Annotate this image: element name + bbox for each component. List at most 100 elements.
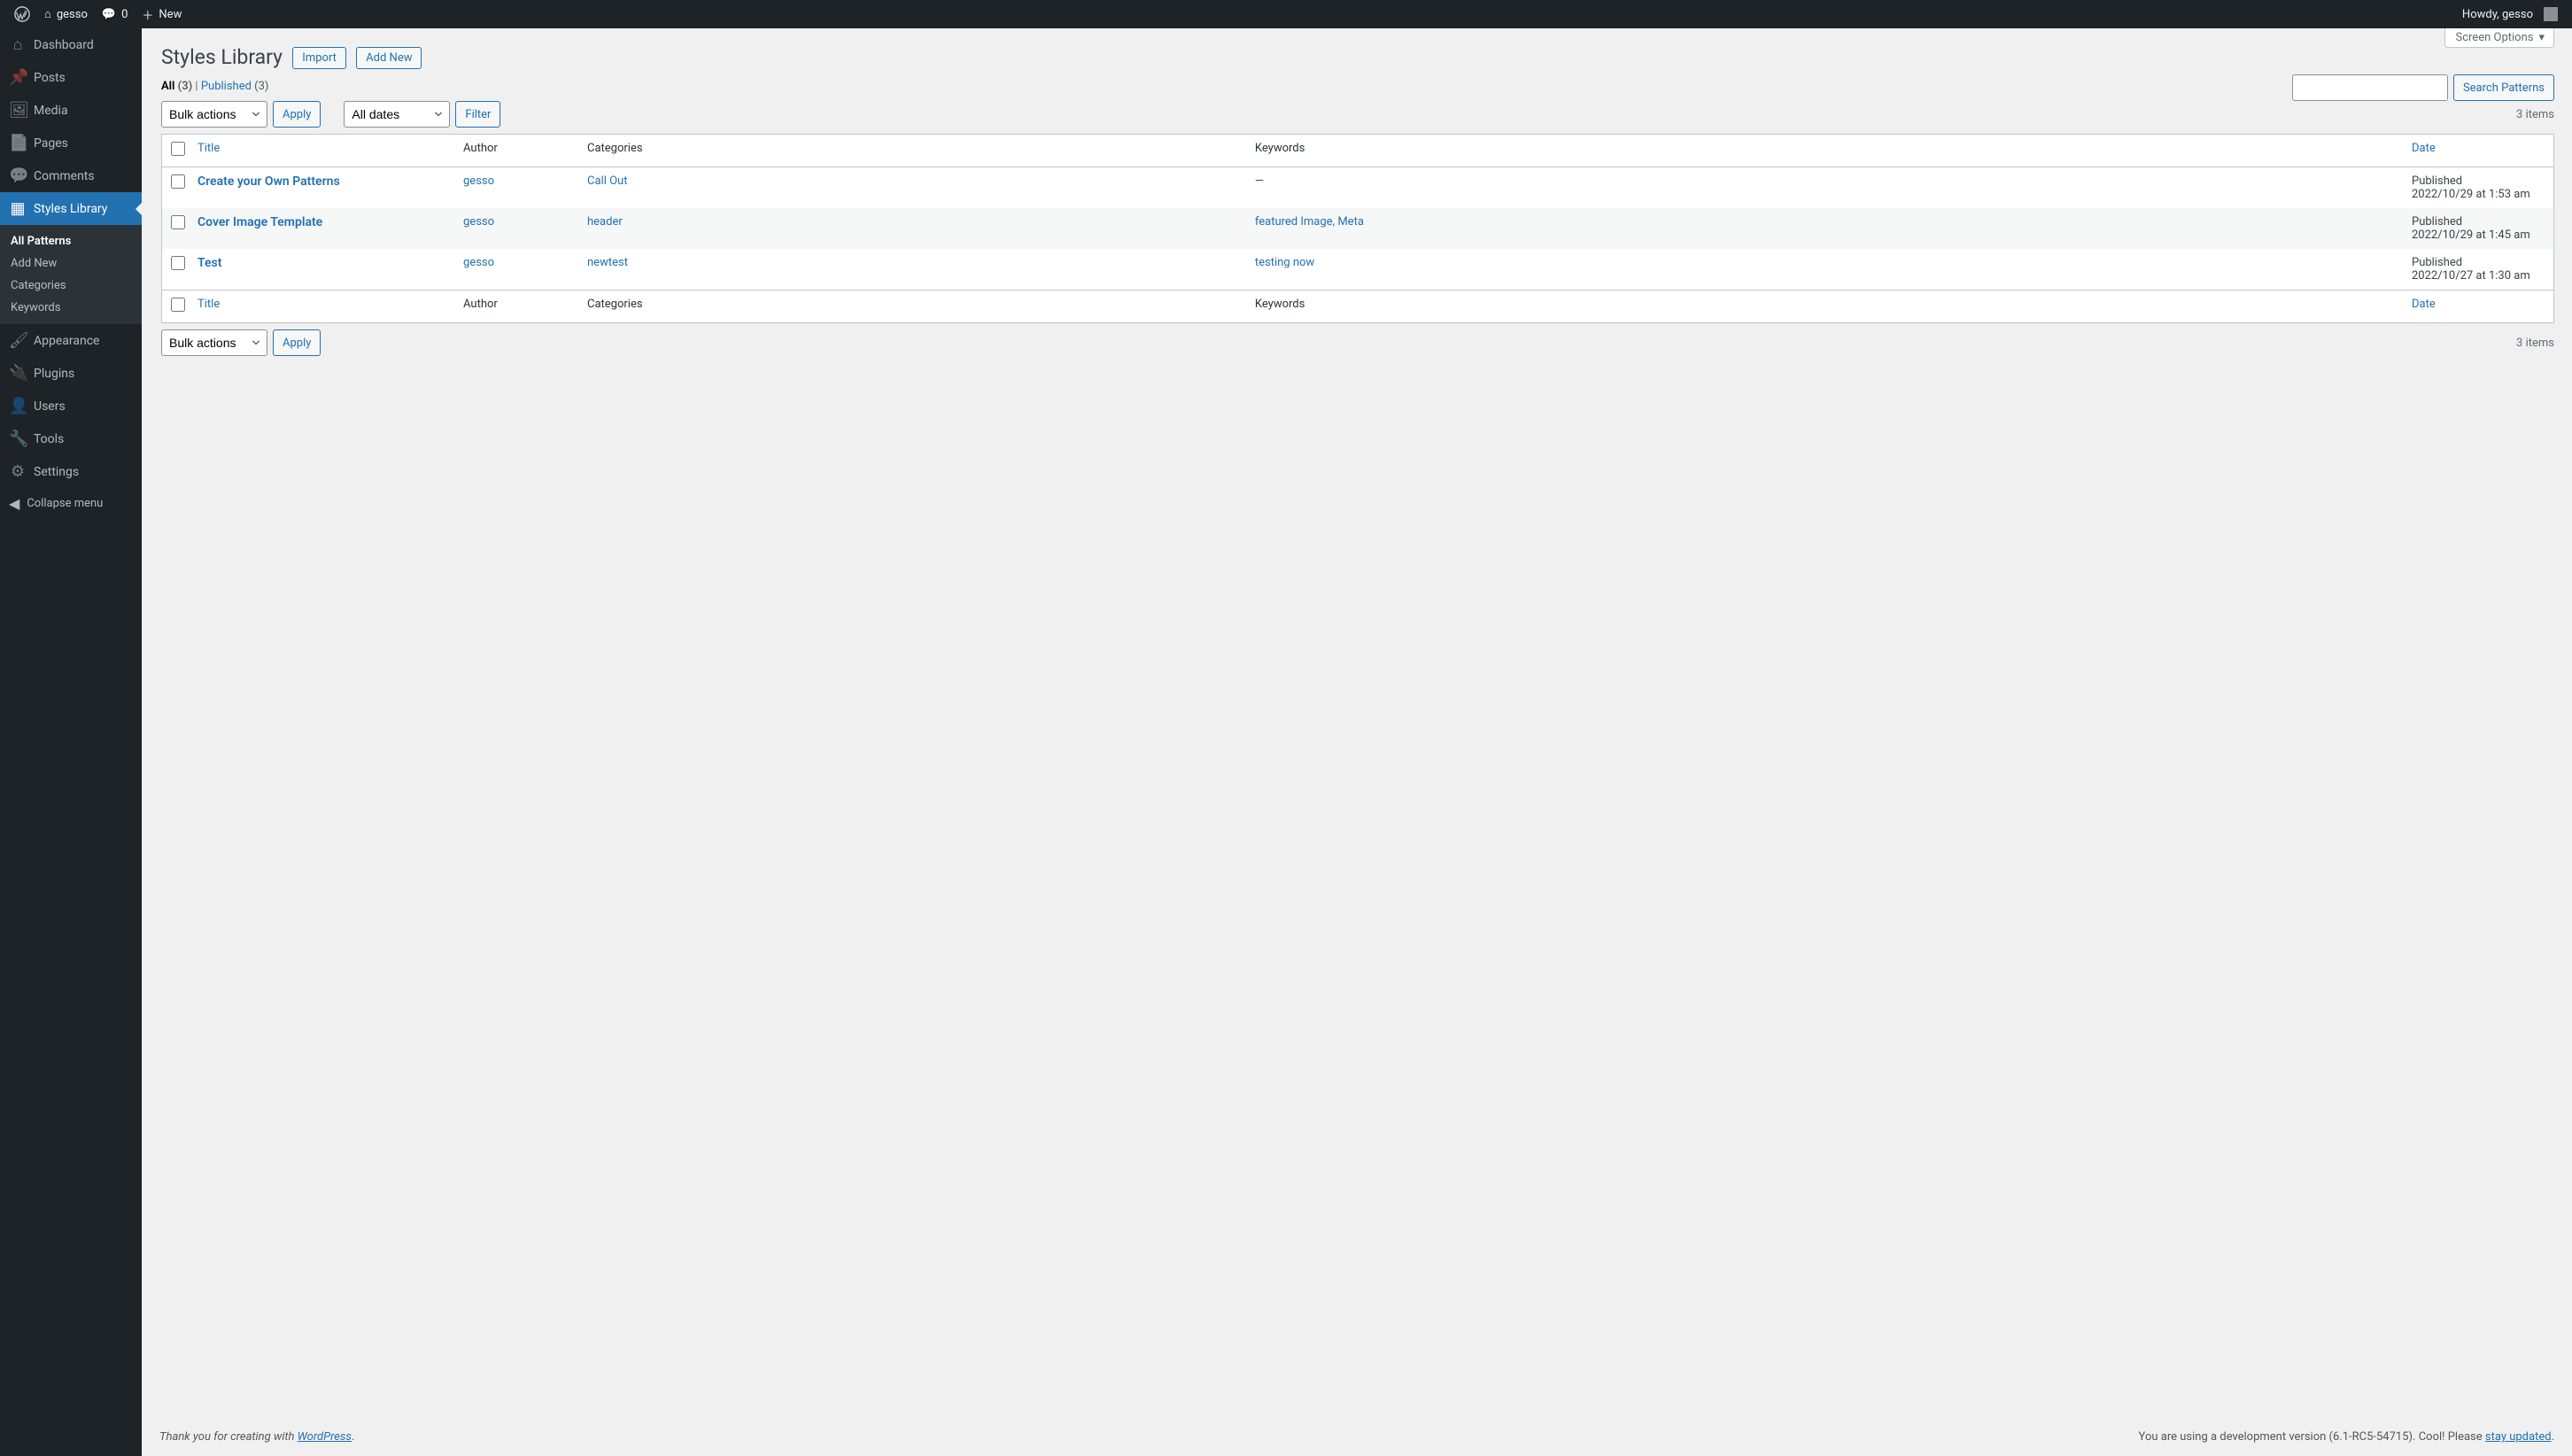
item-count-top: 3 items xyxy=(2516,108,2554,121)
footer-version: You are using a development version (6.1… xyxy=(2139,1430,2554,1444)
stay-updated-link[interactable]: stay updated xyxy=(2485,1430,2552,1444)
col-author-foot: Author xyxy=(454,290,578,322)
chevron-down-icon: ▾ xyxy=(2538,31,2545,44)
menu-icon: 📌 xyxy=(9,68,27,87)
tablenav-top: Bulk actions Apply All dates Filter 3 it… xyxy=(161,100,2554,128)
comments-count: 0 xyxy=(121,8,128,21)
wordpress-link[interactable]: WordPress xyxy=(298,1430,352,1444)
row-keywords-link[interactable]: featured Image, Meta xyxy=(1255,215,1364,228)
submenu-item-keywords[interactable]: Keywords xyxy=(0,297,142,319)
view-all[interactable]: All (3) xyxy=(161,80,192,93)
col-date[interactable]: Date xyxy=(2412,142,2436,155)
menu-label: Styles Library xyxy=(34,202,107,216)
menu-item-tools[interactable]: 🔧 Tools xyxy=(0,422,142,455)
collapse-label: Collapse menu xyxy=(27,497,103,510)
wp-logo[interactable] xyxy=(7,0,37,28)
footer-thankyou: Thank you for creating with WordPress. xyxy=(159,1430,354,1444)
menu-item-plugins[interactable]: 🔌 Plugins xyxy=(0,357,142,390)
col-categories-foot: Categories xyxy=(578,290,1246,322)
row-title-link[interactable]: Test xyxy=(198,256,221,270)
screen-options-button[interactable]: Screen Options ▾ xyxy=(2444,28,2555,48)
site-name[interactable]: ⌂ gesso xyxy=(37,0,95,28)
menu-label: Appearance xyxy=(34,334,99,348)
menu-item-users[interactable]: 👤 Users xyxy=(0,390,142,422)
search-patterns-button[interactable]: Search Patterns xyxy=(2453,74,2554,101)
row-title-link[interactable]: Create your Own Patterns xyxy=(198,174,340,189)
patterns-table: Title Author Categories Keywords Date Cr… xyxy=(161,134,2554,323)
menu-label: Settings xyxy=(34,465,79,479)
row-author-link[interactable]: gesso xyxy=(463,174,494,188)
row-author-link[interactable]: gesso xyxy=(463,215,494,228)
menu-label: Pages xyxy=(34,136,68,151)
row-date: Published 2022/10/29 at 1:45 am xyxy=(2403,208,2553,249)
menu-item-appearance[interactable]: 🖌 Appearance xyxy=(0,324,142,357)
col-author: Author xyxy=(454,135,578,167)
row-category-link[interactable]: Call Out xyxy=(587,174,627,188)
menu-label: Media xyxy=(34,104,68,118)
row-date: Published 2022/10/29 at 1:53 am xyxy=(2403,167,2553,208)
row-keywords-link[interactable]: testing now xyxy=(1255,256,1314,269)
add-new-button[interactable]: Add New xyxy=(356,47,422,69)
row-category-link[interactable]: newtest xyxy=(587,256,628,269)
menu-icon: 🖌 xyxy=(9,331,27,350)
view-published[interactable]: Published (3) xyxy=(201,80,269,93)
row-date: Published 2022/10/27 at 1:30 am xyxy=(2403,249,2553,290)
menu-icon: 🔌 xyxy=(9,364,27,383)
my-account[interactable]: Howdy, gesso xyxy=(2455,0,2565,28)
col-date-foot[interactable]: Date xyxy=(2412,298,2436,311)
col-title[interactable]: Title xyxy=(198,142,220,155)
submenu: All PatternsAdd NewCategoriesKeywords xyxy=(0,225,142,324)
collapse-icon: ◀ xyxy=(9,495,19,512)
apply-button-top[interactable]: Apply xyxy=(273,101,321,128)
row-category-link[interactable]: header xyxy=(587,215,623,228)
menu-item-pages[interactable]: 📄 Pages xyxy=(0,127,142,159)
col-keywords-foot: Keywords xyxy=(1246,290,2403,322)
menu-item-comments[interactable]: 💬 Comments xyxy=(0,159,142,192)
page-title: Styles Library xyxy=(161,37,283,73)
col-title-foot[interactable]: Title xyxy=(198,298,220,311)
menu-label: Plugins xyxy=(34,367,74,381)
search-box: Search Patterns xyxy=(2292,74,2554,101)
table-row: Create your Own Patterns gesso Call Out … xyxy=(162,167,2553,208)
menu-label: Tools xyxy=(34,432,64,446)
menu-item-styles-library[interactable]: ▦ Styles Library xyxy=(0,192,142,225)
select-all-top[interactable] xyxy=(171,142,185,156)
select-all-bottom[interactable] xyxy=(171,298,185,312)
comments-bubble[interactable]: 💬 0 xyxy=(95,0,136,28)
table-row: Test gesso newtest testing now Published… xyxy=(162,249,2553,290)
row-checkbox[interactable] xyxy=(171,256,185,270)
new-content[interactable]: ＋ New xyxy=(135,0,189,28)
menu-icon: 📄 xyxy=(9,134,27,152)
apply-button-bottom[interactable]: Apply xyxy=(273,329,321,356)
submenu-item-add-new[interactable]: Add New xyxy=(0,252,142,275)
row-keywords-none: — xyxy=(1255,174,1264,188)
dates-select[interactable]: All dates xyxy=(344,101,450,128)
table-row: Cover Image Template gesso header featur… xyxy=(162,208,2553,249)
import-button[interactable]: Import xyxy=(292,47,346,69)
row-title-link[interactable]: Cover Image Template xyxy=(198,215,322,229)
tablenav-bottom: Bulk actions Apply 3 items xyxy=(161,329,2554,357)
submenu-item-categories[interactable]: Categories xyxy=(0,275,142,297)
menu-item-posts[interactable]: 📌 Posts xyxy=(0,61,142,94)
bulk-actions-select-top[interactable]: Bulk actions xyxy=(161,101,267,128)
menu-item-settings[interactable]: ⚙ Settings xyxy=(0,455,142,488)
view-filters: All (3) | Published (3) xyxy=(161,80,2554,93)
collapse-menu[interactable]: ◀ Collapse menu xyxy=(0,488,142,519)
row-checkbox[interactable] xyxy=(171,174,185,189)
submenu-item-all-patterns[interactable]: All Patterns xyxy=(0,230,142,252)
howdy-text: Howdy, gesso xyxy=(2462,8,2533,21)
col-categories: Categories xyxy=(578,135,1246,167)
search-input[interactable] xyxy=(2292,74,2448,101)
main-content: Screen Options ▾ Styles Library Import A… xyxy=(142,28,2572,1456)
menu-icon: ▦ xyxy=(9,199,27,218)
filter-button[interactable]: Filter xyxy=(455,101,500,128)
admin-bar: ⌂ gesso 💬 0 ＋ New Howdy, gesso xyxy=(0,0,2572,28)
menu-icon: ⚙ xyxy=(9,462,27,481)
bulk-actions-select-bottom[interactable]: Bulk actions xyxy=(161,329,267,356)
menu-item-media[interactable]: 🖼 Media xyxy=(0,94,142,127)
row-author-link[interactable]: gesso xyxy=(463,256,494,269)
menu-icon: 👤 xyxy=(9,397,27,415)
row-checkbox[interactable] xyxy=(171,215,185,229)
menu-item-dashboard[interactable]: ⌂ Dashboard xyxy=(0,28,142,61)
menu-label: Dashboard xyxy=(34,38,94,52)
